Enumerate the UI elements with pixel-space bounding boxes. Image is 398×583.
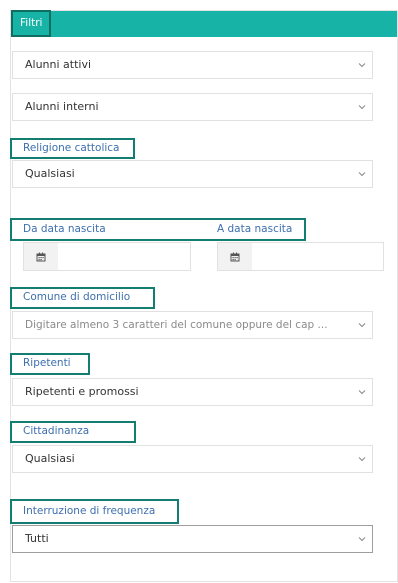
da-data-input[interactable] [58, 243, 190, 270]
comune-select[interactable]: Digitare almeno 3 caratteri del comune o… [12, 311, 373, 339]
cittadinanza-select[interactable]: Qualsiasi [12, 445, 373, 473]
calendar-icon [230, 252, 240, 261]
alunni-status-select[interactable]: Alunni attivi [12, 51, 373, 79]
a-data-input[interactable] [252, 243, 383, 270]
da-data-calendar-button[interactable] [24, 243, 58, 270]
calendar-icon [36, 252, 46, 261]
filters-title: Filtri [11, 10, 51, 37]
a-data-label: A data nascita [217, 223, 293, 235]
interruzione-select[interactable]: Tutti [12, 525, 373, 553]
religione-label: Religione cattolica [10, 138, 135, 159]
alunni-type-select[interactable]: Alunni interni [12, 93, 373, 121]
chevron-down-icon [358, 172, 366, 177]
comune-label: Comune di domicilio [10, 287, 155, 309]
religione-select[interactable]: Qualsiasi [12, 160, 373, 188]
ripetenti-select[interactable]: Ripetenti e promossi [12, 378, 373, 406]
da-data-field [23, 242, 191, 271]
a-data-field [217, 242, 384, 271]
filters-header: Filtri [11, 10, 397, 37]
comune-placeholder: Digitare almeno 3 caratteri del comune o… [25, 319, 328, 331]
alunni-type-value: Alunni interni [25, 100, 99, 113]
interruzione-label: Interruzione di frequenza [10, 499, 179, 524]
chevron-down-icon [358, 537, 366, 542]
religione-value: Qualsiasi [25, 167, 75, 180]
chevron-down-icon [358, 457, 366, 462]
interruzione-value: Tutti [25, 532, 49, 545]
chevron-down-icon [358, 105, 366, 110]
cittadinanza-value: Qualsiasi [25, 452, 75, 465]
birthdate-labels-box: Da data nascita A data nascita [10, 218, 306, 241]
chevron-down-icon [358, 323, 366, 328]
alunni-status-value: Alunni attivi [25, 58, 92, 71]
a-data-calendar-button[interactable] [218, 243, 252, 270]
ripetenti-value: Ripetenti e promossi [25, 385, 139, 398]
da-data-label: Da data nascita [23, 223, 106, 235]
cittadinanza-label: Cittadinanza [10, 421, 136, 443]
ripetenti-label: Ripetenti [10, 353, 90, 375]
chevron-down-icon [358, 390, 366, 395]
chevron-down-icon [358, 63, 366, 68]
